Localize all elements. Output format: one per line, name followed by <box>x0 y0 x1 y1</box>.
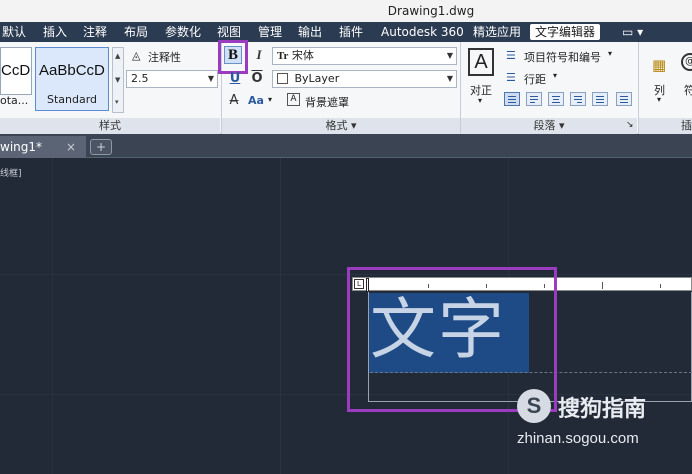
workspace-toggle-icon[interactable]: ▭ ▾ <box>622 24 643 40</box>
viewport-style-label[interactable]: 线框] <box>0 166 22 179</box>
tab-layout[interactable]: 布局 <box>124 24 148 40</box>
line-spacing-button[interactable]: 行距 <box>524 71 546 87</box>
close-icon[interactable]: × <box>66 136 76 158</box>
color-dropdown[interactable]: ByLayer ▼ <box>272 70 457 88</box>
style-gallery-scroll[interactable]: ▲ ▼ ▾ <box>112 47 124 113</box>
underline-button[interactable]: U <box>226 70 244 88</box>
text-height-dropdown[interactable]: 2.5 ▼ <box>126 70 218 88</box>
align-distributed-button[interactable] <box>616 92 632 106</box>
document-tab-bar: wing1* × + <box>0 134 692 158</box>
background-mask-icon: A <box>287 93 300 106</box>
chevron-down-icon: ▼ <box>207 74 214 83</box>
line-spacing-icon: ☰ <box>506 71 516 84</box>
align-default-button[interactable] <box>504 92 520 106</box>
strikethrough-button[interactable]: A <box>225 92 243 110</box>
ribbon-tab-bar: 默认 插入 注释 布局 参数化 视图 管理 输出 插件 Autodesk 360… <box>0 22 692 42</box>
insert-panel-label: 插 <box>639 118 692 134</box>
chevron-down-icon[interactable]: ▾ <box>478 96 482 105</box>
align-left-button[interactable] <box>526 92 542 106</box>
paragraph-panel-label[interactable]: 段落 ▾ <box>461 118 637 134</box>
style-preview-annotative[interactable]: CcD <box>0 47 32 95</box>
overline-button[interactable]: O <box>248 70 266 88</box>
bold-highlight-box <box>218 40 248 74</box>
sogou-logo-icon: S <box>517 389 551 423</box>
align-center-button[interactable] <box>548 92 564 106</box>
panel-expand-icon[interactable]: ↘ <box>626 120 634 130</box>
window-title: Drawing1.dwg <box>387 4 475 18</box>
truetype-icon: Tr <box>277 50 289 62</box>
symbol-button[interactable]: 符 <box>684 82 692 98</box>
tab-insert[interactable]: 插入 <box>43 24 67 40</box>
style-sample-text: AaBbCcD <box>39 62 105 79</box>
chevron-down-icon[interactable]: ▾ <box>268 95 272 104</box>
ruler-tick <box>660 284 661 288</box>
tab-parametric[interactable]: 参数化 <box>165 24 201 40</box>
chevron-down-icon[interactable]: ▾ <box>553 71 557 80</box>
ruler-tick <box>602 282 603 289</box>
watermark-brand: 搜狗指南 <box>558 397 647 422</box>
drawing-tab-label: wing1* <box>0 140 43 154</box>
tab-annotate[interactable]: 注释 <box>83 24 107 40</box>
drawing-tab[interactable]: wing1* × <box>0 136 86 158</box>
style-sample-text: CcD <box>1 62 31 79</box>
chevron-down-icon[interactable]: ▾ <box>608 49 612 58</box>
style-name-standard: Standard <box>47 93 98 106</box>
tab-output[interactable]: 输出 <box>298 24 322 40</box>
tab-plugins[interactable]: 插件 <box>339 24 363 40</box>
align-right-button[interactable] <box>570 92 586 106</box>
bullets-button[interactable]: 项目符号和编号 <box>524 49 601 65</box>
tab-featured-apps[interactable]: 精选应用 <box>473 24 521 40</box>
justify-icon[interactable]: A <box>468 48 494 76</box>
annotative-icon: ◬ <box>132 49 141 62</box>
chevron-down-icon: ▼ <box>446 74 453 83</box>
styles-panel-label: 样式 <box>0 118 220 134</box>
tab-view[interactable]: 视图 <box>217 24 241 40</box>
watermark-url: zhinan.sogou.com <box>517 430 639 447</box>
annotative-label[interactable]: 注释性 <box>148 49 181 65</box>
bullets-icon: ☰ <box>506 49 516 62</box>
change-case-button[interactable]: Aa <box>246 92 266 110</box>
style-name-annotative: ota... <box>0 94 29 107</box>
title-bar: Drawing1.dwg <box>0 0 692 22</box>
new-drawing-tab-button[interactable]: + <box>90 139 112 155</box>
grid-line <box>0 274 692 275</box>
chevron-down-icon: ▼ <box>446 51 453 60</box>
style-preview-standard[interactable]: AaBbCcD Standard <box>35 47 109 111</box>
tab-default[interactable]: 默认 <box>2 24 26 40</box>
italic-button[interactable]: I <box>250 46 268 64</box>
tab-text-editor[interactable]: 文字编辑器 <box>530 24 601 40</box>
font-dropdown[interactable]: Tr 宋体 ▼ <box>272 47 457 65</box>
tab-autodesk-360[interactable]: Autodesk 360 <box>381 24 464 40</box>
tab-manage[interactable]: 管理 <box>258 24 282 40</box>
text-height-value: 2.5 <box>131 72 149 85</box>
grid-line <box>52 158 53 474</box>
columns-icon[interactable]: ▦ <box>652 56 666 74</box>
color-name: ByLayer <box>294 72 340 85</box>
symbol-icon[interactable]: @ <box>681 53 692 71</box>
background-mask-button[interactable]: 背景遮罩 <box>305 94 349 110</box>
grid-line <box>280 158 281 474</box>
font-name: 宋体 <box>291 49 314 62</box>
color-swatch <box>277 73 288 84</box>
format-panel-label[interactable]: 格式 ▾ <box>222 118 460 134</box>
align-justify-button[interactable] <box>592 92 608 106</box>
chevron-down-icon[interactable]: ▾ <box>657 95 661 104</box>
